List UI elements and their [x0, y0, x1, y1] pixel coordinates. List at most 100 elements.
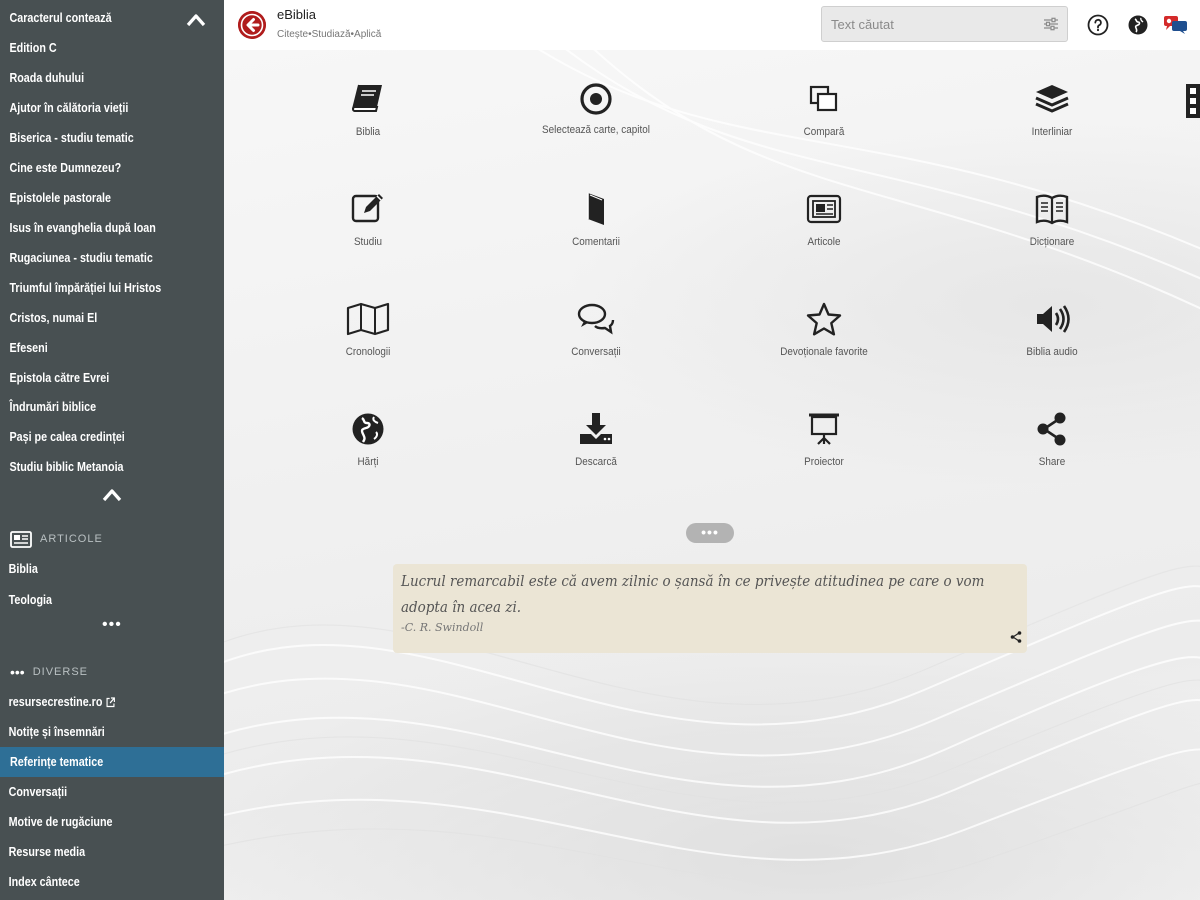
star-icon	[806, 302, 842, 336]
top-bar: eBiblia Citește•Studiază•Aplică	[224, 0, 1200, 50]
tile-label: Comentarii	[572, 236, 620, 248]
tile-label: Articole	[807, 236, 841, 248]
layers-icon	[1035, 85, 1069, 113]
tile-interliniar[interactable]: Interliniar	[992, 82, 1112, 141]
sidebar-item-edition-c[interactable]: Edition C	[0, 33, 193, 63]
filter-settings-icon[interactable]	[1043, 16, 1059, 32]
sidebar-item-biserica[interactable]: Biserica - studiu tematic	[0, 123, 193, 153]
newspaper-icon	[10, 530, 32, 548]
sidebar-item-indrumari-biblice[interactable]: Îndrumări biblice	[0, 392, 193, 422]
projector-icon	[809, 413, 839, 445]
sidebar-item-pasi-credintei[interactable]: Pași pe calea credinței	[0, 422, 193, 452]
tile-biblia-audio[interactable]: Biblia audio	[992, 302, 1112, 361]
sidebar-item-roada-duhului[interactable]: Roada duhului	[0, 63, 193, 93]
sidebar-item-isus-ioan[interactable]: Isus în evanghelia după Ioan	[0, 213, 193, 243]
tile-label: Interliniar	[1031, 126, 1073, 138]
tile-proiector[interactable]: Proiector	[764, 412, 884, 471]
tile-label: Cronologii	[345, 346, 391, 358]
sidebar-item-notite[interactable]: Notițe și însemnări	[0, 717, 193, 747]
tile-label: Devoționale favorite	[780, 346, 868, 358]
chat-bubbles-icon	[577, 303, 615, 335]
tile-label: Biblia	[355, 126, 381, 138]
sidebar-item-cine-este-dumnezeu[interactable]: Cine este Dumnezeu?	[0, 153, 193, 183]
tile-harti[interactable]: Hărți	[308, 412, 428, 471]
tile-compara[interactable]: Compară	[764, 82, 884, 141]
tile-label: Compară	[803, 126, 845, 138]
tile-label: Dicționare	[1029, 236, 1075, 248]
sidebar-item-caracterul-conteaza[interactable]: Caracterul contează	[0, 3, 193, 33]
sidebar-item-referinte-tematice[interactable]: Referințe tematice	[0, 747, 224, 777]
tile-share[interactable]: Share	[992, 412, 1112, 471]
share-icon	[1037, 412, 1066, 446]
chevron-up-icon[interactable]	[102, 488, 122, 502]
app-subtitle: Citește•Studiază•Aplică	[277, 29, 382, 40]
sidebar-item-triumful[interactable]: Triumful împărăției lui Hristos	[0, 273, 193, 303]
compare-icon	[809, 85, 838, 112]
app-title: eBiblia	[277, 7, 317, 22]
section-header-label: DIVERSE	[32, 666, 89, 678]
sidebar: Caracterul contează Edition C Roada duhu…	[0, 0, 224, 900]
tile-label: Proiector	[804, 456, 844, 468]
globe-icon[interactable]	[1127, 14, 1149, 36]
book-icon	[352, 84, 382, 112]
tile-cronologii[interactable]: Cronologii	[308, 302, 428, 361]
sidebar-item-label: resursecrestine.ro	[8, 695, 103, 709]
speaker-icon	[1037, 305, 1070, 333]
section-header-articole: ARTICOLE	[10, 529, 103, 549]
open-book-icon	[1035, 194, 1069, 225]
tile-studiu[interactable]: Studiu	[308, 192, 428, 251]
background-wave	[224, 50, 1200, 887]
section-header-label: ARTICOLE	[40, 533, 103, 545]
tile-devotionale[interactable]: Devoționale favorite	[764, 302, 884, 361]
main-content: Biblia Selectează carte, capitol Compară…	[224, 50, 1200, 900]
more-dots-icon[interactable]: •••	[102, 617, 122, 633]
quote-text: Lucrul remarcabil este că avem zilnic o …	[401, 574, 985, 616]
help-icon[interactable]	[1087, 14, 1109, 36]
sidebar-item-index-cantece[interactable]: Index cântece	[0, 867, 193, 897]
sidebar-item-conversatii[interactable]: Conversații	[0, 777, 193, 807]
share-icon[interactable]	[1010, 631, 1022, 643]
sidebar-item-label: Referințe tematice	[10, 755, 104, 769]
sidebar-item-resursecrestine[interactable]: resursecrestine.ro	[0, 687, 193, 717]
section-header-diverse: ••• DIVERSE	[10, 662, 88, 682]
more-options-button[interactable]: •••	[686, 523, 734, 543]
tile-descarca[interactable]: Descarcă	[536, 412, 656, 471]
sidebar-item-biblia[interactable]: Biblia	[0, 554, 193, 584]
back-arrow-icon[interactable]	[238, 11, 266, 39]
tile-dictionare[interactable]: Dicționare	[992, 192, 1112, 251]
quote-author: -C. R. Swindoll	[401, 621, 484, 634]
search-box	[821, 6, 1068, 42]
tile-comentarii[interactable]: Comentarii	[536, 192, 656, 251]
sidebar-item-efeseni[interactable]: Efeseni	[0, 333, 193, 363]
sidebar-item-rugaciunea[interactable]: Rugaciunea - studiu tematic	[0, 243, 193, 273]
sidebar-item-teologia[interactable]: Teologia	[0, 585, 193, 615]
tile-label: Descarcă	[575, 456, 617, 468]
chat-icon[interactable]	[1163, 14, 1189, 36]
download-icon	[580, 413, 612, 444]
sidebar-item-cristos-numai-el[interactable]: Cristos, numai El	[0, 303, 193, 333]
quote-card: Lucrul remarcabil este că avem zilnic o …	[393, 564, 1027, 653]
tile-selecteaza[interactable]: Selectează carte, capitol	[536, 82, 656, 139]
dots-icon: •••	[10, 664, 25, 680]
film-strip-icon[interactable]	[1186, 84, 1200, 118]
tile-label: Selectează carte, capitol	[542, 124, 650, 136]
map-icon	[346, 302, 390, 336]
globe-icon	[352, 413, 384, 445]
sidebar-item-ajutor[interactable]: Ajutor în călătoria vieții	[0, 93, 193, 123]
tile-label: Biblia audio	[1026, 346, 1078, 358]
commentary-book-icon	[587, 193, 604, 225]
newspaper-icon	[806, 194, 842, 224]
search-input[interactable]	[822, 7, 1032, 41]
tile-conversatii[interactable]: Conversații	[536, 302, 656, 361]
tile-label: Share	[1038, 456, 1066, 468]
sidebar-item-resurse-media[interactable]: Resurse media	[0, 837, 193, 867]
tile-label: Studiu	[353, 236, 383, 248]
sidebar-item-motive-rugaciune[interactable]: Motive de rugăciune	[0, 807, 193, 837]
sidebar-item-metanoia[interactable]: Studiu biblic Metanoia	[0, 452, 193, 482]
sidebar-item-evrei[interactable]: Epistola către Evrei	[0, 363, 193, 393]
chevron-up-icon[interactable]	[186, 13, 206, 27]
sidebar-item-epistolele-pastorale[interactable]: Epistolele pastorale	[0, 183, 193, 213]
tile-articole[interactable]: Articole	[764, 192, 884, 251]
tile-biblia[interactable]: Biblia	[308, 82, 428, 141]
tile-label: Hărți	[357, 456, 379, 468]
